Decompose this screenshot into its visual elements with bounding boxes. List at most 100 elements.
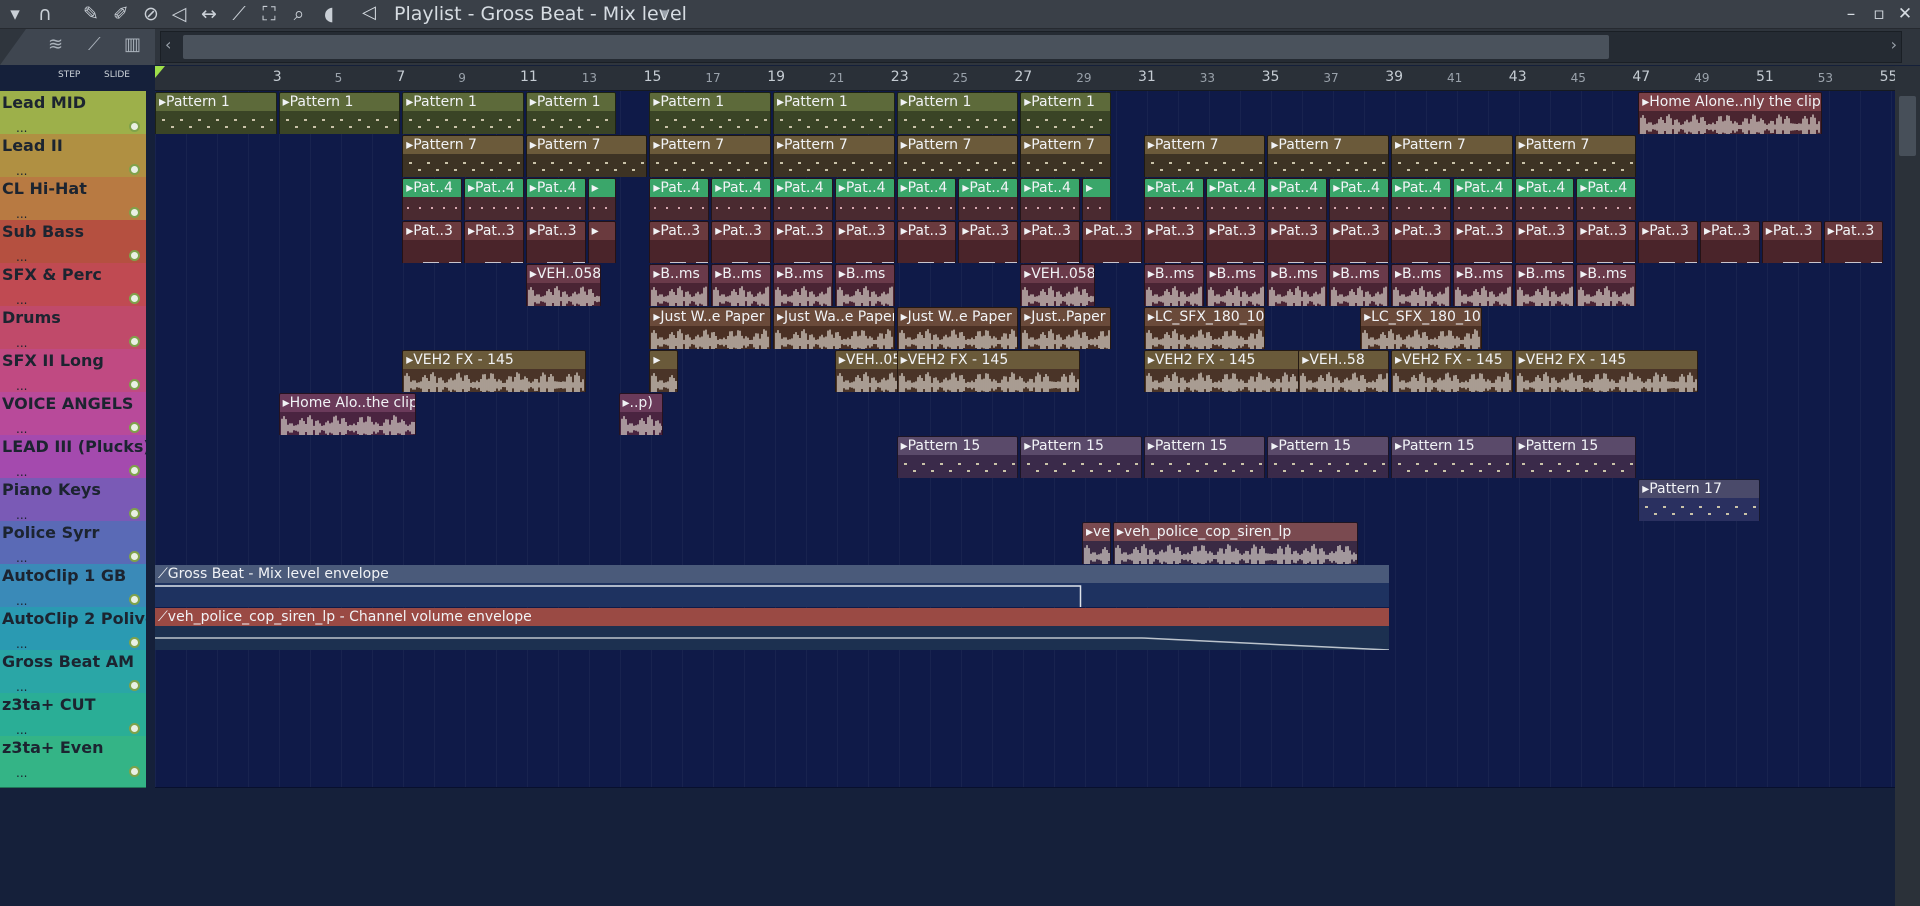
track-mute-led[interactable] [129, 164, 140, 175]
clip-label: ▸Pat..3 [650, 222, 709, 240]
clip-label: ▸ve [1083, 523, 1110, 541]
track-mute-led[interactable] [129, 465, 140, 476]
track-menu-dots[interactable]: ... [16, 680, 27, 694]
track-menu-dots[interactable]: ... [16, 465, 27, 479]
track-mute-led[interactable] [129, 637, 140, 648]
track-lane[interactable] [155, 736, 1895, 788]
track-menu-dots[interactable]: ... [16, 164, 27, 178]
track-menu-dots[interactable]: ... [16, 293, 27, 307]
clip-label: ▸Pattern 17 [1639, 480, 1759, 498]
clip-label: ▸Pattern 15 [1515, 437, 1636, 455]
clip-label: ▸Pattern 7 [1515, 136, 1636, 154]
select-icon[interactable]: ⛶ [258, 2, 280, 26]
clip-label: ▸Just W..e Paper [897, 308, 1018, 326]
chevron-down-icon[interactable]: ▾ [661, 4, 669, 22]
keyboard-icon[interactable]: ▥ [124, 34, 141, 55]
track-mute-led[interactable] [129, 207, 140, 218]
slide-tool-icon[interactable]: ⟋ [88, 34, 101, 55]
track-name: Sub Bass [2, 222, 84, 241]
ruler-bar-49: 49 [1694, 71, 1710, 85]
track-menu-dots[interactable]: ... [16, 723, 27, 737]
track-mute-led[interactable] [129, 121, 140, 132]
mute-icon[interactable]: ◁ [168, 2, 190, 26]
clip-label: ▸VEH2 FX - 145 [1392, 351, 1512, 369]
clip-label: ▸Pattern 7 [774, 136, 894, 154]
magnet-icon[interactable]: ∩ [34, 2, 56, 26]
track-name: CL Hi-Hat [2, 179, 87, 198]
playlist-toolbar: ▾ ∩ ✎ ✐ ⊘ ◁ ↔ ⟋ ⛶ ⌕ ◖ ◁ Playlist - Gross… [0, 0, 1920, 29]
clip-label: ▸Pattern 15 [1392, 437, 1512, 455]
waveform-icon[interactable]: ≋ [48, 34, 63, 55]
track-menu-dots[interactable]: ... [16, 379, 27, 393]
ruler-bar-9: 9 [458, 71, 466, 85]
clip-label: ▸Pat..4 [1515, 179, 1574, 197]
track-header[interactable]: z3ta+ Even... [0, 736, 146, 788]
track-menu-dots[interactable]: ... [16, 121, 27, 135]
minimize-icon[interactable]: – [1840, 2, 1862, 26]
step-toggle[interactable]: STEP [58, 70, 80, 80]
track-menu-dots[interactable]: ... [16, 637, 27, 651]
track-row: z3ta+ Even... [0, 736, 1920, 788]
track-mute-led[interactable] [129, 680, 140, 691]
clip-label: ▸Pattern 15 [1268, 437, 1388, 455]
clip-label: ▸Pat..3 [1577, 222, 1636, 240]
clip-label: ▸veh_police_cop_siren_lp [1113, 523, 1358, 541]
track-menu-dots[interactable]: ... [16, 336, 27, 350]
slip-icon[interactable]: ↔ [198, 2, 220, 26]
speaker-icon: ◁ [362, 2, 376, 23]
clip-label: ▸Pat..4 [1144, 179, 1203, 197]
pencil-icon[interactable]: ✎ [80, 2, 102, 26]
track-name: z3ta+ CUT [2, 695, 96, 714]
slide-toggle[interactable]: SLIDE [104, 70, 130, 80]
scroll-thumb[interactable] [183, 35, 1609, 59]
delete-icon[interactable]: ⊘ [140, 2, 162, 26]
timeline-ruler[interactable]: 3 5 7 9 11 13 15 17 19 21 23 25 27 29 31 33 35 37 39 41 43 45… [155, 66, 1897, 91]
track-mute-led[interactable] [129, 293, 140, 304]
ruler-bar-35: 35 [1261, 69, 1280, 85]
paint-icon[interactable]: ✐ [110, 2, 132, 26]
clip-label: ▸Pat..3 [1762, 222, 1821, 240]
track-mute-led[interactable] [129, 766, 140, 777]
track-mute-led[interactable] [129, 250, 140, 261]
close-icon[interactable]: ✕ [1894, 2, 1916, 26]
zoom-icon[interactable]: ⌕ [288, 2, 310, 26]
clip-label: ▸Pattern 7 [1144, 136, 1265, 154]
track-menu-dots[interactable]: ... [16, 766, 27, 780]
track-mute-led[interactable] [129, 422, 140, 433]
ruler-bar-11: 11 [520, 69, 538, 85]
track-menu-dots[interactable]: ... [16, 250, 27, 264]
track-menu-dots[interactable]: ... [16, 594, 27, 608]
track-mute-led[interactable] [129, 508, 140, 519]
clip-label: ▸Pattern 1 [897, 93, 1018, 111]
track-menu-dots[interactable]: ... [16, 508, 27, 522]
playhead-marker[interactable] [155, 66, 165, 78]
vertical-scrollbar[interactable] [1895, 66, 1920, 906]
scroll-thumb[interactable] [1899, 96, 1916, 156]
clip-label: ▸VEH..58 [1299, 351, 1388, 369]
clip-label: ▸Pat..3 [1515, 222, 1574, 240]
track-mute-led[interactable] [129, 594, 140, 605]
clip-label: ▸B..ms [650, 265, 709, 283]
track-menu-dots[interactable]: ... [16, 207, 27, 221]
ruler-bar-33: 33 [1199, 71, 1216, 85]
restore-icon[interactable]: ▫ [1868, 2, 1890, 26]
track-menu-dots[interactable]: ... [16, 551, 27, 565]
clip-label: ▸Pat..4 [1330, 179, 1388, 197]
menu-arrow-icon[interactable]: ▾ [4, 2, 26, 26]
track-mute-led[interactable] [129, 723, 140, 734]
track-mute-led[interactable] [129, 379, 140, 390]
track-mute-led[interactable] [129, 551, 140, 562]
ruler-bar-15: 15 [643, 69, 662, 85]
horizontal-scrollbar[interactable]: ‹ › [160, 31, 1902, 63]
track-name: Lead MID [2, 93, 87, 112]
clip-label: ▸Pattern 7 [897, 136, 1018, 154]
playback-icon[interactable]: ◖ [318, 2, 340, 26]
chevron-right-icon[interactable]: › [1891, 35, 1897, 54]
track-menu-dots[interactable]: ... [16, 422, 27, 436]
track-name: LEAD III (Plucks) [2, 437, 146, 456]
chevron-left-icon[interactable]: ‹ [165, 35, 171, 54]
track-name: Police Syrr [2, 523, 100, 542]
slice-icon[interactable]: ⟋ [228, 2, 250, 26]
track-mute-led[interactable] [129, 336, 140, 347]
track-name: Piano Keys [2, 480, 101, 499]
